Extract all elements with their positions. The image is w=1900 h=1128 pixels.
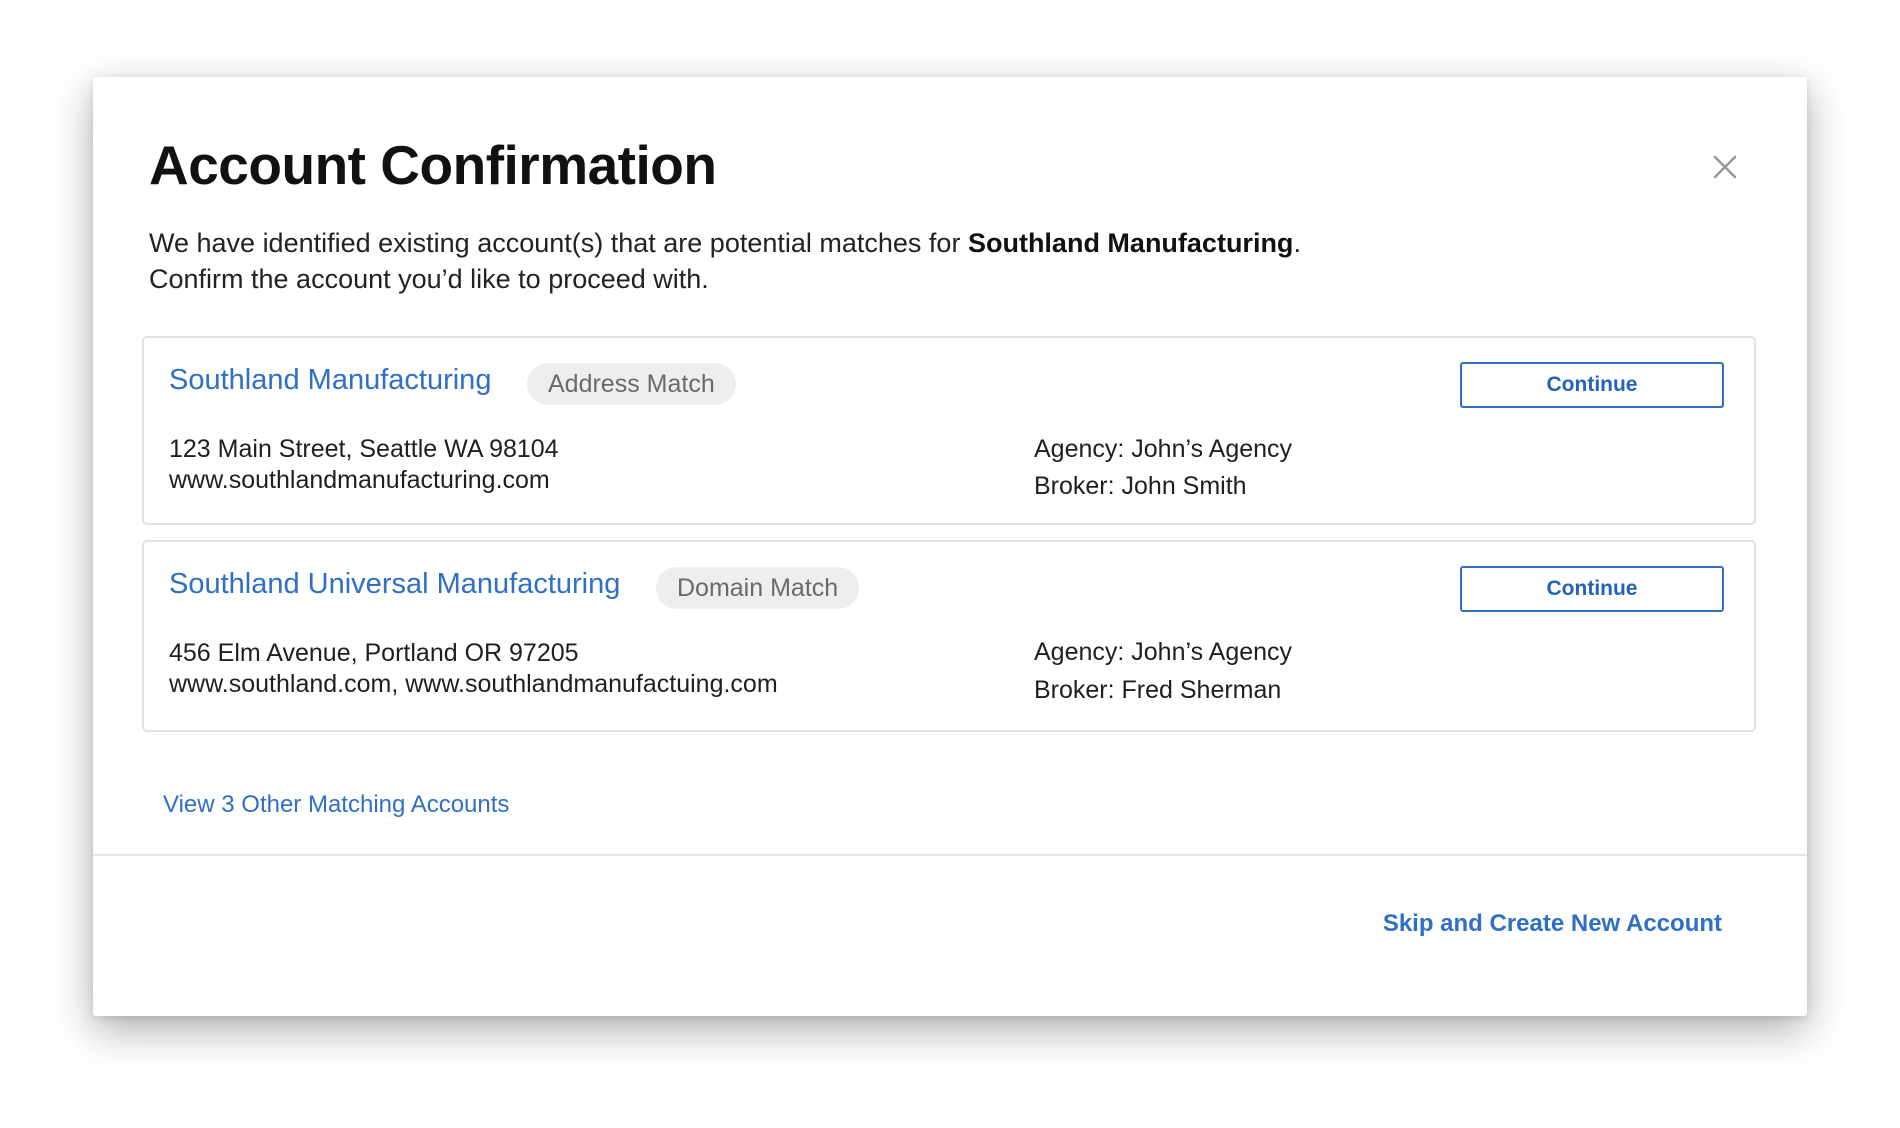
account-agency: Agency: John’s Agency — [1034, 638, 1293, 666]
description-suffix: . — [1293, 228, 1301, 258]
view-other-matches-link[interactable]: View 3 Other Matching Accounts — [163, 791, 509, 819]
dialog-description: We have identified existing account(s) t… — [149, 225, 1649, 297]
account-broker: Broker: John Smith — [1034, 472, 1247, 500]
continue-button[interactable]: Continue — [1460, 566, 1724, 612]
dialog-title: Account Confirmation — [149, 134, 717, 196]
footer-divider — [93, 854, 1807, 856]
account-broker: Broker: Fred Sherman — [1034, 676, 1282, 704]
account-name-link[interactable]: Southland Universal Manufacturing — [169, 568, 620, 601]
account-name-link[interactable]: Southland Manufacturing — [169, 364, 491, 397]
account-address: 123 Main Street, Seattle WA 98104 — [169, 435, 559, 463]
matched-company-name: Southland Manufacturing — [967, 228, 1294, 258]
account-card: Southland Manufacturing Address Match Co… — [142, 336, 1756, 525]
close-button[interactable] — [1705, 147, 1745, 187]
description-line-2: Confirm the account you’d like to procee… — [149, 264, 709, 294]
continue-button[interactable]: Continue — [1460, 362, 1724, 408]
account-websites: www.southland.com, www.southlandmanufact… — [169, 670, 778, 698]
account-agency: Agency: John’s Agency — [1034, 435, 1293, 463]
account-card: Southland Universal Manufacturing Domain… — [142, 540, 1756, 732]
match-type-badge: Address Match — [527, 363, 736, 405]
description-prefix: We have identified existing account(s) t… — [149, 228, 968, 258]
account-websites: www.southlandmanufacturing.com — [169, 466, 550, 494]
match-type-badge: Domain Match — [656, 567, 860, 609]
account-address: 456 Elm Avenue, Portland OR 97205 — [169, 639, 579, 667]
account-confirmation-dialog: Account Confirmation We have identified … — [93, 77, 1807, 1016]
description-line-1: We have identified existing account(s) t… — [149, 225, 1649, 261]
skip-create-account-link[interactable]: Skip and Create New Account — [1383, 910, 1722, 938]
close-icon — [1713, 155, 1737, 179]
